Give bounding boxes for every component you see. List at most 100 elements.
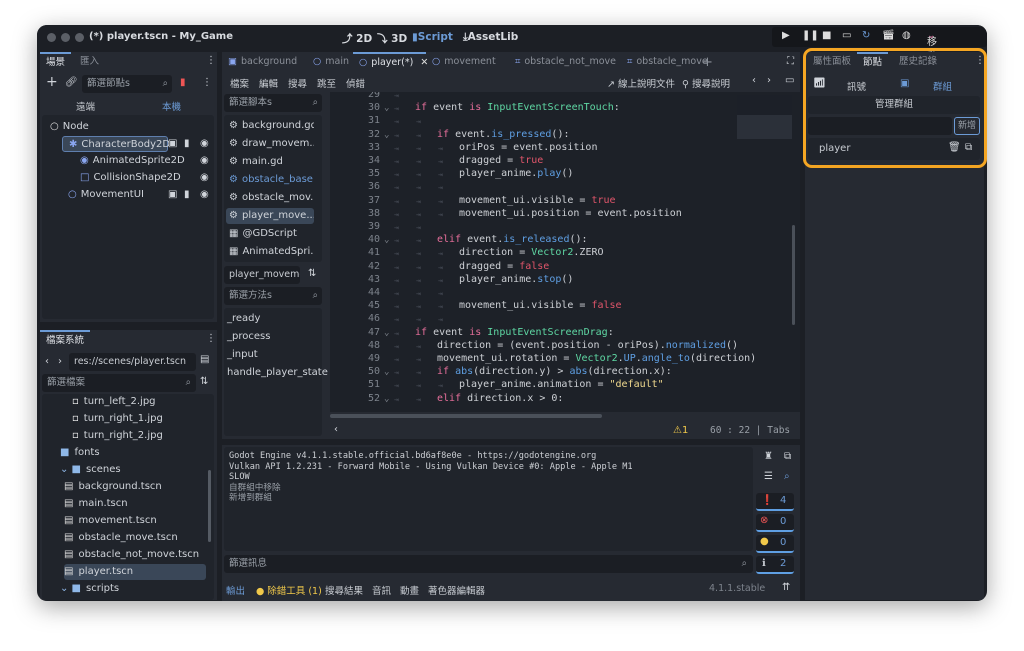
fold-icon[interactable]: ⌄ <box>384 130 389 140</box>
tab-history[interactable]: 歷史記錄 <box>893 52 943 72</box>
distraction-free-icon[interactable]: ⛶ <box>787 56 794 67</box>
tab-main[interactable]: ○ main <box>307 52 353 72</box>
warnings-indicator[interactable]: ⚠1 <box>673 425 688 436</box>
scene-node-movementui[interactable]: ○ MovementUI <box>62 187 144 203</box>
script-item[interactable]: ⚙ main.gd <box>226 154 314 170</box>
scene-node-animatedsprite2d[interactable]: ◉ AnimatedSprite2D <box>74 153 185 169</box>
visibility-icon[interactable]: ◉ <box>200 155 209 166</box>
bottom-tab-3[interactable]: 音訊 <box>372 583 391 597</box>
menu-1[interactable]: 編輯 <box>259 76 278 90</box>
add-node-icon[interactable]: + <box>46 74 58 90</box>
fold-icon[interactable]: ⌄ <box>384 367 389 377</box>
tab-player[interactable]: ○ player(*) ✕ <box>353 52 428 72</box>
filter-warnings-toggle[interactable]: ● 0 <box>756 535 794 553</box>
script-icon[interactable]: ▮ <box>184 189 190 200</box>
filter-info-toggle[interactable]: ℹ2 <box>756 556 794 574</box>
mode-script-button[interactable]: ▮Script <box>412 31 453 43</box>
method-item[interactable]: _process <box>227 329 270 345</box>
close-window-button[interactable] <box>47 33 56 42</box>
minimap-viewport[interactable] <box>737 115 792 139</box>
file-item[interactable]: ▫ turn_left_2.jpg <box>72 394 156 410</box>
back-icon[interactable]: ‹ <box>45 356 49 367</box>
visibility-icon[interactable]: ◉ <box>200 172 209 183</box>
add-group-button[interactable]: 新增 <box>954 117 980 135</box>
script-item[interactable]: ⚙obstacle_base... <box>226 172 314 188</box>
file-item[interactable]: ▤ obstacle_not_move.tscn <box>64 547 199 563</box>
layout-icon[interactable]: ▤ <box>200 354 209 365</box>
file-item[interactable]: ▫ turn_right_2.jpg <box>72 428 163 444</box>
script-remove-icon[interactable]: ▮ <box>180 77 186 88</box>
visibility-icon[interactable]: ◉ <box>200 138 209 149</box>
file-item[interactable]: ▤ obstacle_move.tscn <box>64 530 178 546</box>
tab-background[interactable]: ▣ background <box>222 52 307 72</box>
more-icon[interactable]: ⋮ <box>206 333 216 344</box>
fold-icon[interactable]: ⌄ <box>384 394 389 404</box>
groups-tab[interactable]: 群組 <box>933 79 952 93</box>
signals-tab[interactable]: 訊號 <box>847 79 866 93</box>
link-icon[interactable]: 🔗︎ <box>65 77 78 88</box>
method-item[interactable]: _input <box>227 347 258 363</box>
copy-icon[interactable]: ⧉ <box>784 451 791 462</box>
pause-icon[interactable]: ❚❚ <box>802 30 819 41</box>
clapper-icon[interactable]: ▣ <box>168 189 177 200</box>
next-script-icon[interactable]: › <box>767 75 771 86</box>
node-filter-input[interactable]: 篩選節點s ⌕ <box>82 75 172 93</box>
visibility-icon[interactable]: ◉ <box>200 189 209 200</box>
tab-scene[interactable]: 場景 <box>40 52 72 72</box>
trash-icon[interactable]: 🗑︎ <box>948 142 961 153</box>
code-hscrollbar[interactable] <box>330 414 602 418</box>
file-item[interactable]: ▤ background.tscn <box>64 479 162 495</box>
script-filter-input[interactable]: 篩選腳本s ⌕ <box>224 94 322 112</box>
clear-output-icon[interactable]: ♜ <box>764 451 773 462</box>
tab-inspector[interactable]: 屬性面板 <box>807 52 857 72</box>
stop-icon[interactable]: ■ <box>822 30 831 41</box>
toggle-panel-icon[interactable]: ▭ <box>785 75 794 86</box>
reload-icon[interactable]: ↻ <box>862 30 870 41</box>
message-filter-input[interactable]: 篩選訊息 ⌕ <box>224 555 753 573</box>
tab-obstacle_not_move[interactable]: ⌗ obstacle_not_move <box>509 52 621 72</box>
script-item[interactable]: ▦ AnimatedSpri... <box>226 244 314 260</box>
file-item[interactable]: ▤ player.tscn <box>64 564 206 580</box>
search-help-button[interactable]: ⚲ 搜尋說明 <box>682 76 730 90</box>
device-dropdown[interactable]: 移動裝置 ⌄ <box>927 30 937 93</box>
bottom-tab-4[interactable]: 動畫 <box>400 583 419 597</box>
toggle-scripts-icon[interactable]: ‹ <box>334 424 338 435</box>
play-icon[interactable]: ▶ <box>782 30 790 41</box>
tab-filesystem[interactable]: 檔案系統 <box>40 330 91 350</box>
prev-script-icon[interactable]: ‹ <box>752 75 756 86</box>
script-item[interactable]: ⚙ obstacle_mov... <box>226 190 314 206</box>
file-filter-input[interactable]: 篩選檔案 ⌕ <box>42 374 196 392</box>
script-item[interactable]: ⚙ background.gd <box>226 118 314 134</box>
sort-icon[interactable]: ⇅ <box>308 268 316 279</box>
collapse-icon[interactable]: ☰ <box>764 471 773 482</box>
path-input[interactable]: res://scenes/player.tscn <box>69 353 196 371</box>
menu-4[interactable]: 偵錯 <box>346 76 365 90</box>
script-icon[interactable]: ▮ <box>184 138 190 149</box>
script-item[interactable]: ⚙ player_move... <box>226 208 314 224</box>
method-item[interactable]: _ready <box>227 311 260 327</box>
filter-messages-toggle[interactable]: ❗ 4 <box>756 493 794 511</box>
sort-icon[interactable]: ⇅ <box>200 376 208 387</box>
tab-movement[interactable]: ○ movement <box>426 52 509 72</box>
code-vscrollbar[interactable] <box>792 225 795 325</box>
expand-panel-icon[interactable]: ⇈ <box>782 582 790 593</box>
bottom-tab-0[interactable]: 輸出 <box>226 583 245 597</box>
menu-2[interactable]: 搜尋 <box>288 76 307 90</box>
file-item[interactable]: ▤ movement.tscn <box>64 513 157 529</box>
fold-icon[interactable]: ⌄ <box>384 328 389 338</box>
minimize-window-button[interactable] <box>61 33 70 42</box>
menu-0[interactable]: 檔案 <box>230 76 249 90</box>
bottom-tab-5[interactable]: 著色器編輯器 <box>428 583 485 597</box>
menu-3[interactable]: 跳至 <box>317 76 336 90</box>
bottom-tab-1[interactable]: ● 除錯工具 (1) <box>256 583 322 597</box>
mode-2d-button[interactable]: ⤴ 2D <box>342 31 372 46</box>
method-item[interactable]: handle_player_state <box>227 365 328 381</box>
scene-node-characterbody2d[interactable]: ✱ CharacterBody2D <box>62 136 170 152</box>
file-item[interactable]: ■ fonts <box>60 445 100 461</box>
forward-icon[interactable]: › <box>58 356 62 367</box>
manage-groups-button[interactable]: 管理群組 <box>808 96 980 114</box>
file-item[interactable]: ⌄ ■ scenes <box>60 462 121 478</box>
pick-icon[interactable]: ◍ <box>902 30 911 41</box>
script-item[interactable]: ▦ @GDScript <box>226 226 314 242</box>
movie-icon[interactable]: 🎬︎ <box>882 30 895 41</box>
